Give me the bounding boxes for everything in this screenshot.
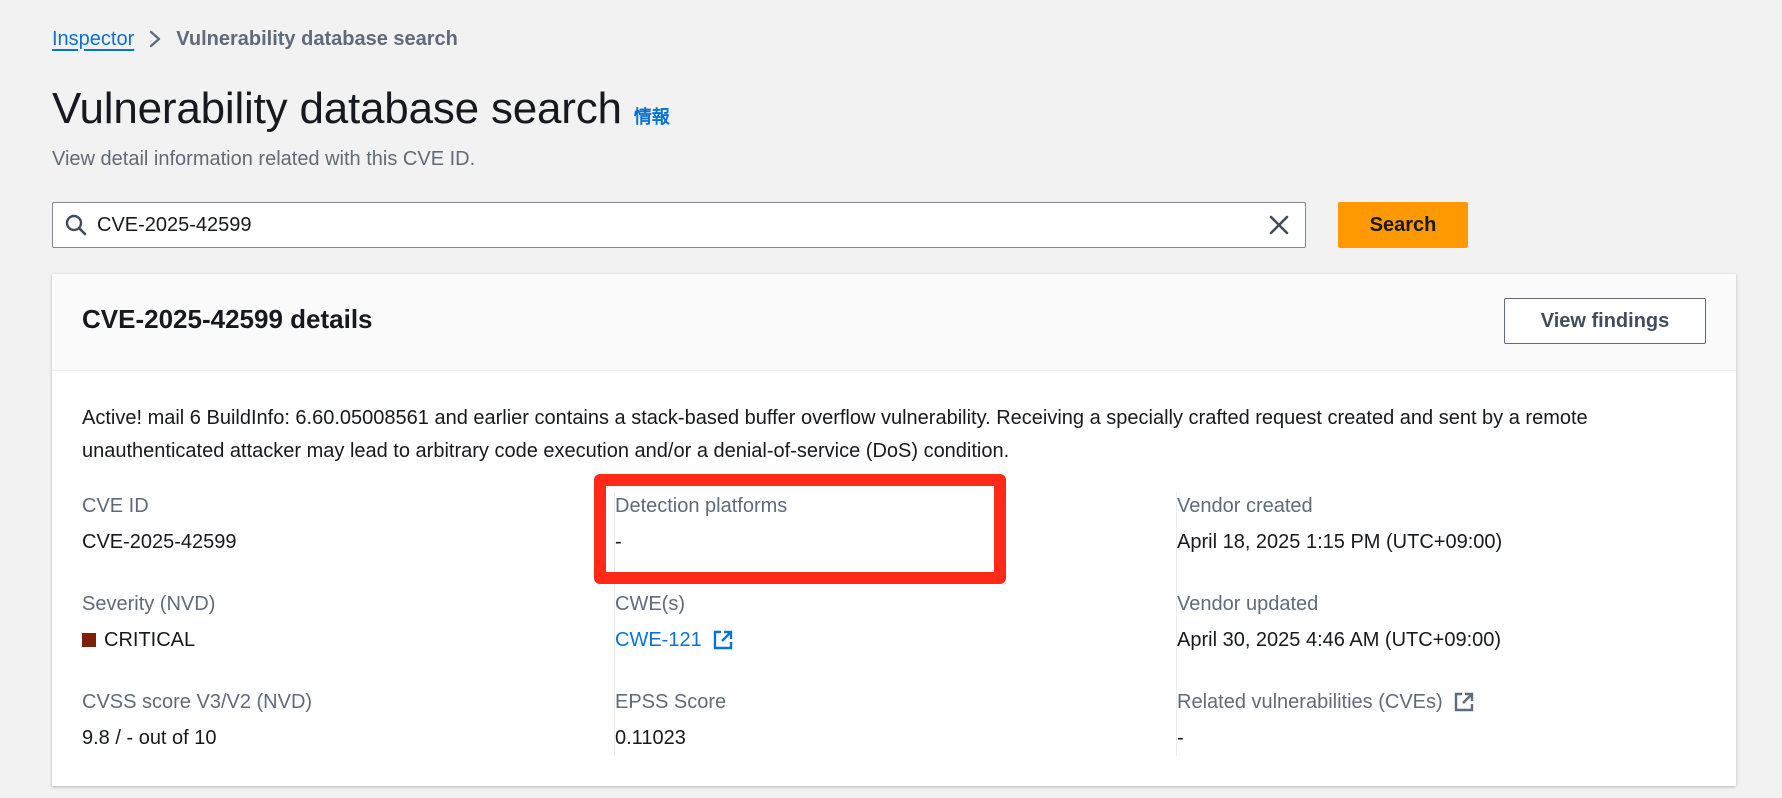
search-input[interactable] <box>97 205 1265 245</box>
card-header: CVE-2025-42599 details View findings <box>52 274 1736 371</box>
search-button[interactable]: Search <box>1338 202 1468 248</box>
details-columns: CVE ID CVE-2025-42599 Severity (NVD) CRI… <box>82 492 1712 770</box>
field-related-vulnerabilities: Related vulnerabilities (CVEs) - <box>1177 688 1712 752</box>
page-subtitle: View detail information related with thi… <box>52 148 476 170</box>
details-column-2: Detection platforms - CWE(s) CWE-121 EPS… <box>614 492 1144 756</box>
severity-value: CRITICAL <box>82 626 612 654</box>
chevron-right-icon <box>148 29 162 49</box>
field-severity: Severity (NVD) CRITICAL <box>82 590 612 654</box>
related-vulnerabilities-label: Related vulnerabilities (CVEs) <box>1177 688 1712 716</box>
card-title: CVE-2025-42599 details <box>82 304 373 334</box>
related-vulnerabilities-label-text: Related vulnerabilities (CVEs) <box>1177 691 1443 713</box>
page-header: Vulnerability database search 情報 <box>52 84 670 134</box>
field-vendor-created: Vendor created April 18, 2025 1:15 PM (U… <box>1177 492 1712 556</box>
cve-id-value: CVE-2025-42599 <box>82 531 237 553</box>
field-detection-platforms: Detection platforms - <box>615 492 1144 556</box>
severity-indicator-icon <box>82 633 96 647</box>
breadcrumb-link-inspector[interactable]: Inspector <box>52 28 134 51</box>
detection-platforms-value: - <box>615 531 622 553</box>
search-field[interactable] <box>52 202 1306 248</box>
vendor-updated-label: Vendor updated <box>1177 593 1319 615</box>
severity-label: Severity (NVD) <box>82 593 216 615</box>
vendor-updated-value: April 30, 2025 4:46 AM (UTC+09:00) <box>1177 629 1502 651</box>
epss-label: EPSS Score <box>615 691 727 713</box>
cve-description: Active! mail 6 BuildInfo: 6.60.05008561 … <box>82 407 1588 462</box>
field-vendor-updated: Vendor updated April 30, 2025 4:46 AM (U… <box>1177 590 1712 654</box>
cvss-label: CVSS score V3/V2 (NVD) <box>82 691 313 713</box>
field-cvss: CVSS score V3/V2 (NVD) 9.8 / - out of 10 <box>82 688 612 752</box>
severity-text: CRITICAL <box>104 629 196 651</box>
cwe-link[interactable]: CWE-121 <box>615 626 702 654</box>
vendor-created-label: Vendor created <box>1177 495 1313 517</box>
cwes-value: CWE-121 <box>615 626 1144 654</box>
external-link-icon[interactable] <box>1453 691 1475 713</box>
cve-id-label: CVE ID <box>82 495 149 517</box>
cvss-value: 9.8 / - out of 10 <box>82 727 217 749</box>
details-column-3: Vendor created April 18, 2025 1:15 PM (U… <box>1176 492 1712 756</box>
page-title: Vulnerability database search <box>52 84 622 133</box>
details-column-1: CVE ID CVE-2025-42599 Severity (NVD) CRI… <box>82 492 612 756</box>
search-icon <box>63 212 89 238</box>
related-vulnerabilities-value: - <box>1177 727 1184 749</box>
detection-platforms-label: Detection platforms <box>615 495 788 517</box>
cwes-label: CWE(s) <box>615 593 685 615</box>
info-link[interactable]: 情報 <box>634 103 670 129</box>
epss-value: 0.11023 <box>615 727 686 749</box>
breadcrumb: Inspector Vulnerability database search <box>52 24 458 54</box>
breadcrumb-current: Vulnerability database search <box>176 27 458 50</box>
external-link-icon[interactable] <box>712 629 734 651</box>
field-cwes: CWE(s) CWE-121 <box>615 590 1144 654</box>
vendor-created-value: April 18, 2025 1:15 PM (UTC+09:00) <box>1177 531 1503 553</box>
field-epss: EPSS Score 0.11023 <box>615 688 1144 752</box>
close-icon[interactable] <box>1265 211 1293 239</box>
field-cve-id: CVE ID CVE-2025-42599 <box>82 492 612 556</box>
cve-details-card: CVE-2025-42599 details View findings Act… <box>52 274 1736 786</box>
view-findings-button[interactable]: View findings <box>1504 298 1706 344</box>
